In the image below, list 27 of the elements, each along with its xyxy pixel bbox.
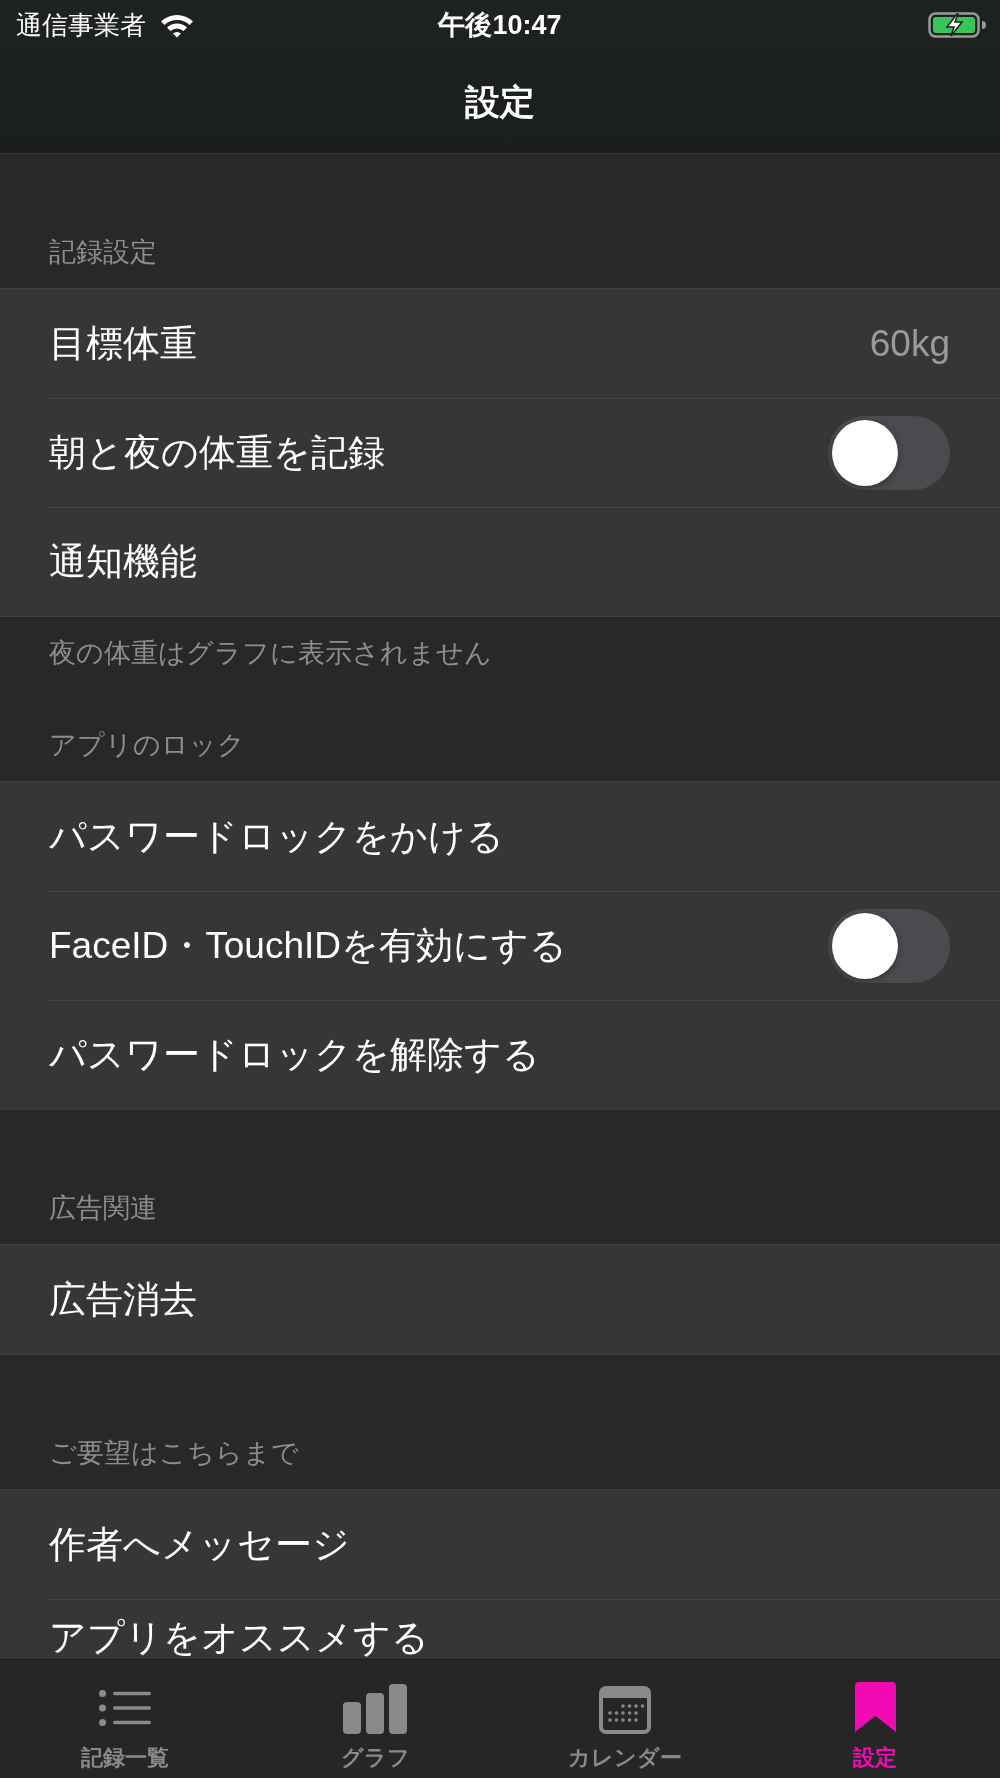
row-value: 60kg	[869, 321, 950, 366]
row-label[interactable]: アプリをオススメする	[49, 1615, 429, 1659]
row-label[interactable]: 広告消去	[49, 1276, 197, 1323]
tab-button[interactable]: 設定	[750, 1660, 1000, 1778]
row-label[interactable]: パスワードロックを解除する	[49, 1031, 540, 1078]
tab-button[interactable]: 記録一覧	[0, 1660, 250, 1778]
section-header: 記録設定	[49, 236, 158, 269]
section-header: 広告関連	[49, 1192, 158, 1225]
list-icon	[99, 1690, 151, 1726]
wifi-icon	[160, 12, 194, 38]
tab-button[interactable]: グラフ	[250, 1660, 500, 1778]
row-label[interactable]: 目標体重	[49, 320, 197, 367]
row-label[interactable]: 通知機能	[49, 538, 197, 585]
row-label: FaceID・TouchIDを有効にする	[49, 923, 567, 968]
calendar-icon	[599, 1686, 651, 1734]
section-header: ご要望はこちらまで	[49, 1437, 300, 1470]
section-footer: 夜の体重はグラフに表示されません	[49, 636, 951, 670]
screen-title: 設定	[465, 80, 535, 123]
row-label: 朝と夜の体重を記録	[49, 430, 385, 475]
tab-button[interactable]: カレンダー	[500, 1660, 750, 1778]
section-header: アプリのロック	[49, 729, 246, 762]
row-label[interactable]: 作者へメッセージ	[49, 1521, 350, 1568]
bookmark-icon	[854, 1682, 896, 1734]
bar-chart-icon	[343, 1684, 407, 1734]
carrier-name: 通信事業者	[16, 10, 146, 40]
status-time: 午後10:47	[438, 9, 562, 41]
row-label[interactable]: パスワードロックをかける	[49, 813, 504, 860]
